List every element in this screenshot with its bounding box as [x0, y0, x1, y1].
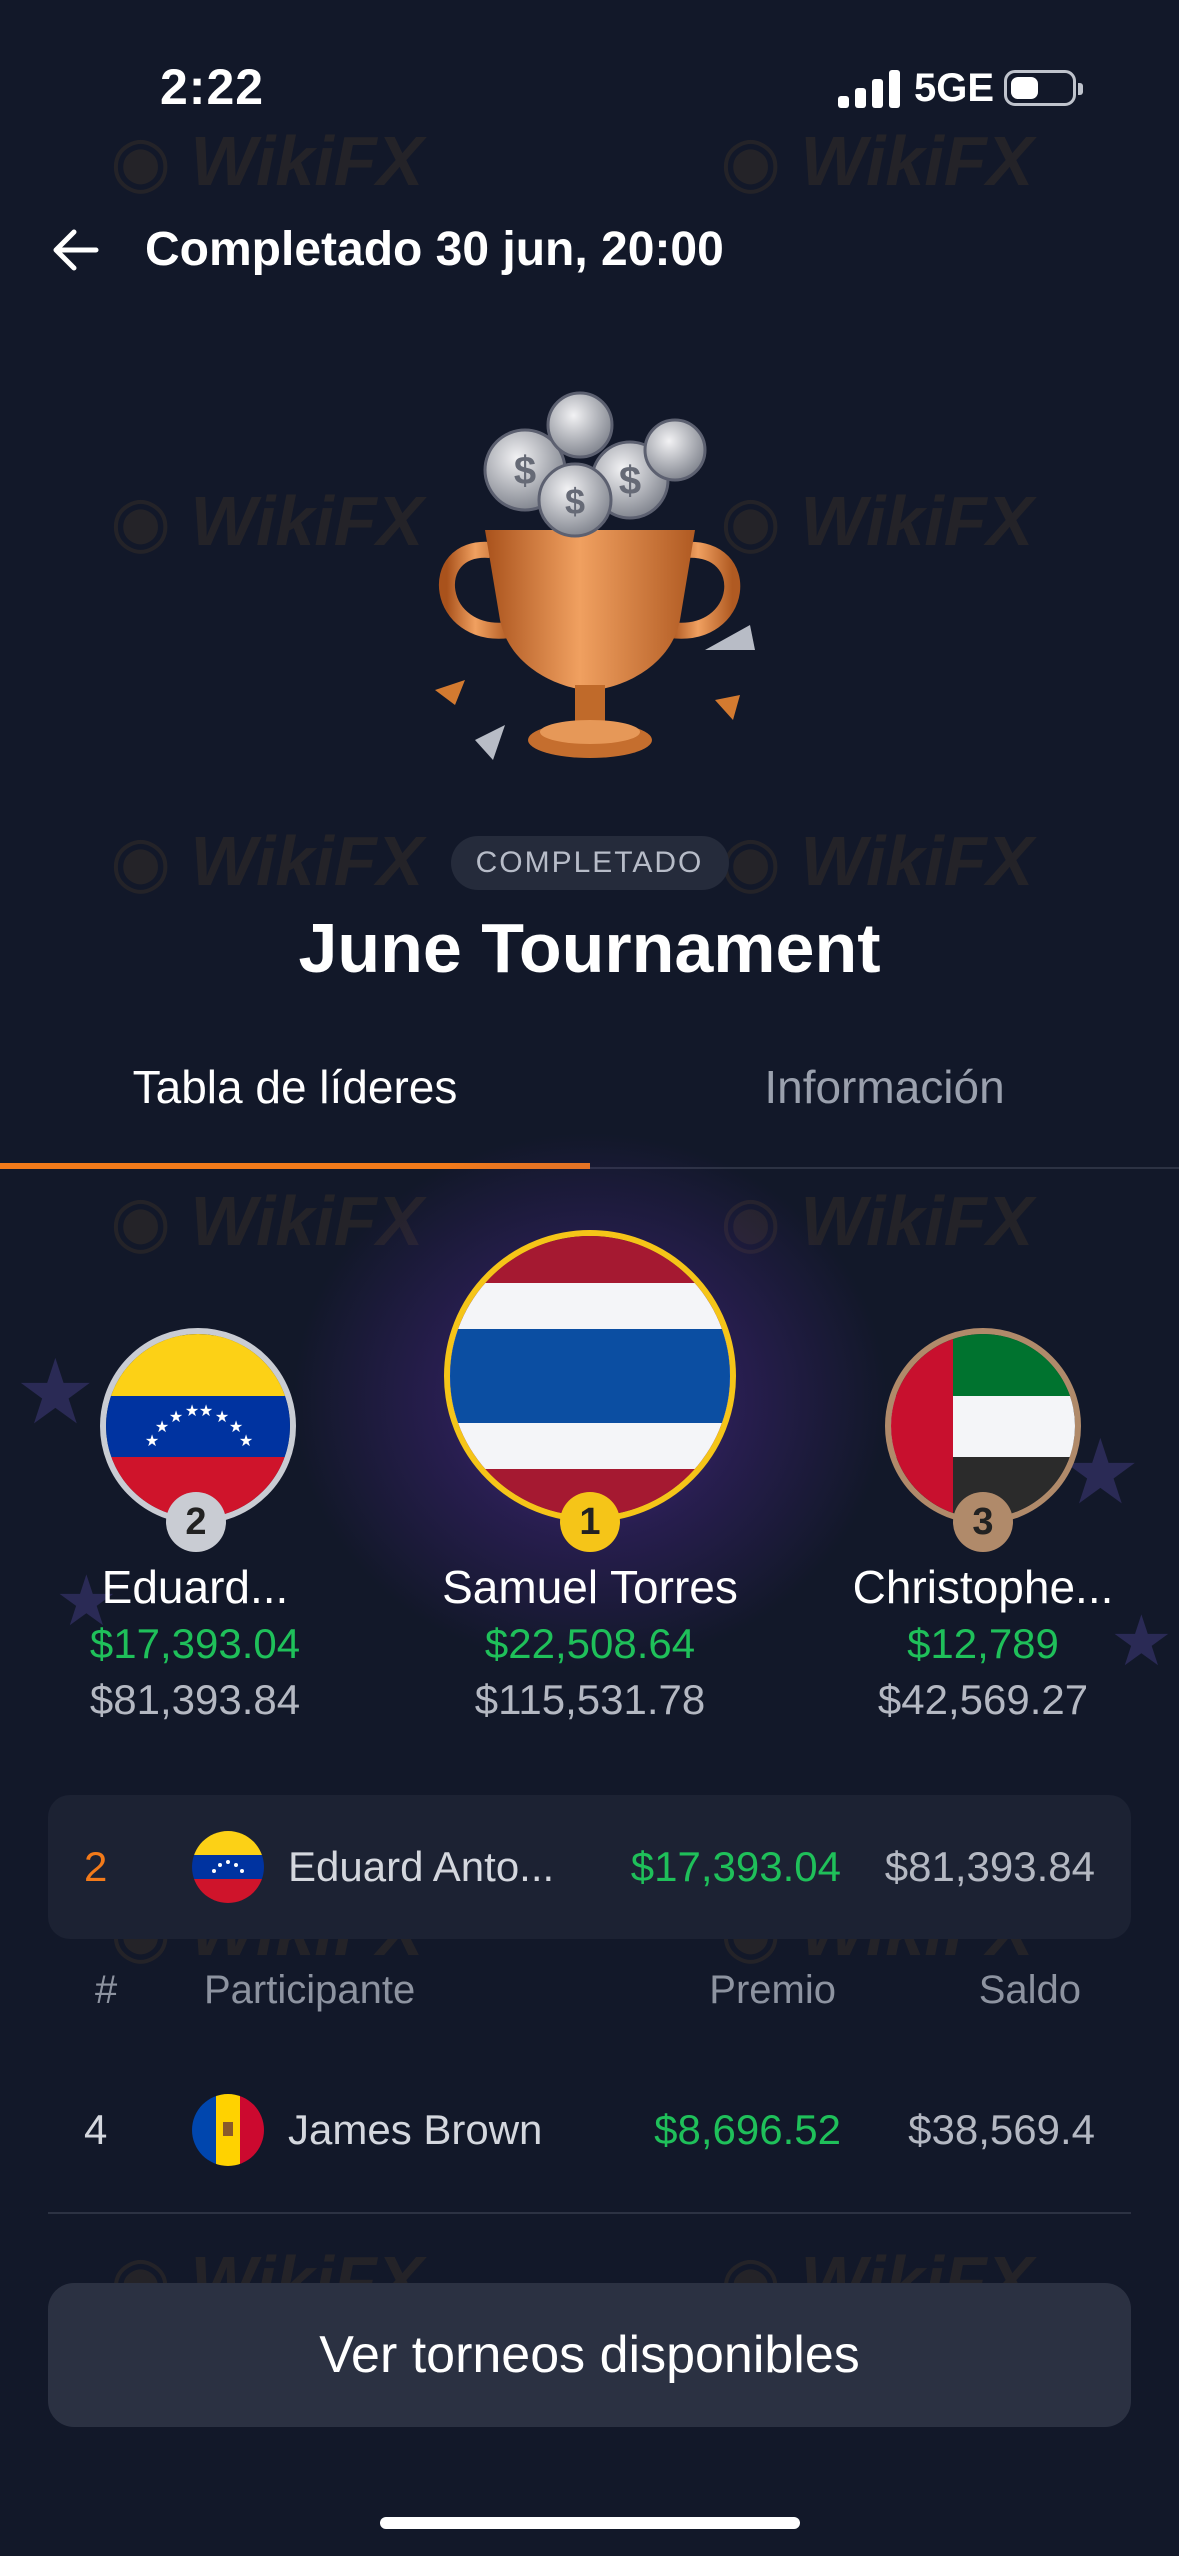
view-tournaments-button[interactable]: Ver torneos disponibles	[48, 2283, 1131, 2427]
podium-name: Christophe...	[852, 1561, 1114, 1613]
network-label: 5GE	[914, 66, 995, 110]
arrow-left-icon	[53, 229, 99, 271]
podium-name: Samuel Torres	[442, 1561, 738, 1613]
podium-name: Eduard...	[101, 1561, 289, 1613]
signal-icon	[838, 68, 900, 108]
trophy-icon: $ $ $	[435, 391, 755, 760]
battery-icon	[1004, 70, 1083, 106]
current-user-row[interactable]: 2 Eduard Anto... $17,393.04 $81,393.84	[48, 1795, 1131, 1939]
row-divider	[48, 2212, 1131, 2214]
podium-second[interactable]: ★ ★ ★ ★ ★ ★ ★ ★ 2 Eduard... $17,393.04 $81,393…	[60, 1320, 330, 1723]
watermark: ◉ WikiFX	[720, 822, 1034, 900]
podium-balance: $81,393.84	[89, 1676, 301, 1723]
column-header-balance: Saldo	[978, 1968, 1081, 2012]
table-row[interactable]: 4 James Brown $8,696.52 $38,569.4	[48, 2070, 1131, 2190]
svg-text:★: ★	[155, 1417, 169, 1436]
home-indicator	[380, 2517, 800, 2529]
row-rank: 4	[84, 2106, 108, 2153]
svg-text:★: ★	[185, 1401, 199, 1420]
watermark: ◉ WikiFX	[720, 482, 1034, 560]
watermark: ◉ WikiFX	[110, 482, 424, 560]
flag-thailand	[444, 1230, 736, 1522]
back-button[interactable]	[40, 218, 110, 282]
watermark: ◉ WikiFX	[110, 822, 424, 900]
svg-text:★: ★	[239, 1431, 253, 1450]
svg-text:$: $	[565, 481, 585, 522]
column-header-rank: #	[95, 1968, 118, 2012]
svg-text:$: $	[514, 449, 536, 493]
rank-badge: 1	[560, 1492, 620, 1552]
row-prize: $8,696.52	[654, 2106, 841, 2153]
row-rank: 2	[84, 1843, 108, 1890]
podium-prize: $17,393.04	[89, 1620, 301, 1667]
tournament-title: June Tournament	[298, 909, 881, 987]
status-badge: COMPLETADO	[450, 836, 729, 890]
podium-prize: $22,508.64	[484, 1620, 696, 1667]
podium-prize: $12,789	[907, 1620, 1059, 1667]
status-time: 2:22	[160, 59, 265, 115]
podium-third[interactable]: 3 Christophe... $12,789 $42,569.27	[848, 1320, 1118, 1723]
watermark: ◉ WikiFX	[110, 122, 424, 200]
row-name: Eduard Anto...	[288, 1843, 555, 1890]
rank-badge: 2	[166, 1492, 226, 1552]
row-name: James Brown	[288, 2106, 543, 2153]
rank-badge: 3	[953, 1492, 1013, 1552]
svg-text:★: ★	[169, 1407, 183, 1426]
svg-text:$: $	[619, 459, 641, 503]
flag-moldova	[192, 2094, 264, 2166]
svg-text:★: ★	[199, 1401, 213, 1420]
podium-first[interactable]: 1 Samuel Torres $22,508.64 $115,531.78	[440, 1230, 740, 1723]
column-header-prize: Premio	[709, 1968, 836, 2012]
column-header-participant: Participante	[204, 1968, 416, 2012]
watermark: ◉ WikiFX	[720, 122, 1034, 200]
podium-balance: $115,531.78	[474, 1676, 706, 1723]
row-balance: $38,569.4	[908, 2106, 1095, 2153]
flag-venezuela	[192, 1831, 264, 1903]
svg-text:★: ★	[215, 1407, 229, 1426]
page-title: Completado 30 jun, 20:00	[145, 223, 724, 276]
row-balance: $81,393.84	[884, 1843, 1095, 1890]
podium-balance: $42,569.27	[877, 1676, 1089, 1723]
row-prize: $17,393.04	[630, 1843, 841, 1890]
